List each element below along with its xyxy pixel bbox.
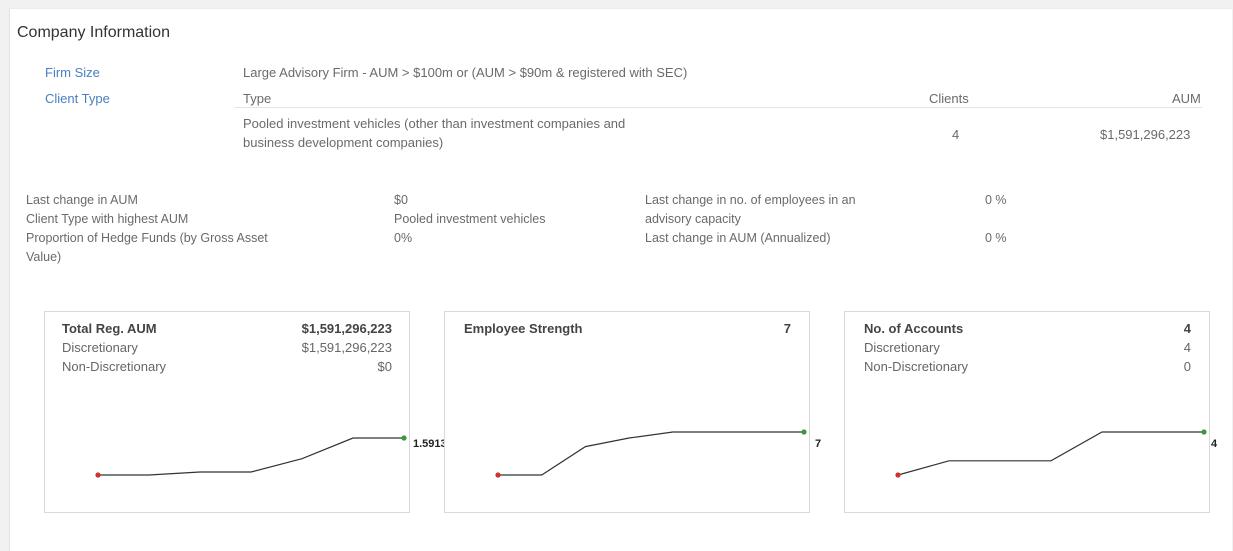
trend-sparkline [95, 435, 407, 478]
stat-last-change-aum-label: Last change in AUM [26, 193, 138, 207]
client-type-row-type-line2: business development companies) [243, 135, 444, 150]
stat-aum-annualized-value: 0 % [985, 231, 1007, 245]
stat-employee-change-value: 0 % [985, 193, 1007, 207]
client-type-col-type: Type [243, 91, 272, 106]
sparkline-end-label: 1.5913 [413, 438, 447, 450]
sparkline-start-dot [95, 472, 101, 478]
sparkline-end-label: 7 [815, 438, 822, 450]
card-employee-strength: Employee Strength 7 7 [444, 311, 821, 513]
client-type-row-clients: 4 [952, 127, 960, 142]
sparkline-start-dot [895, 472, 901, 478]
client-type-row-aum: $1,591,296,223 [1100, 127, 1191, 142]
stat-employee-change-label-line1: Last change in no. of employees in an [645, 193, 856, 207]
sparkline-end-label: 4 [1211, 438, 1218, 450]
stat-employee-change-label-line2: advisory capacity [645, 212, 741, 226]
stat-last-change-aum-value: $0 [394, 193, 408, 207]
client-type-label: Client Type [45, 91, 110, 106]
stat-hedge-funds-label-line2: Value) [26, 250, 62, 264]
sparkline-end-dot [801, 429, 807, 435]
section-title: Company Information [17, 24, 170, 41]
firm-size-value: Large Advisory Firm - AUM > $100m or (AU… [243, 65, 688, 80]
sparkline-path [98, 437, 404, 476]
sparkline-path [498, 431, 804, 476]
card-total-reg-aum: Total Reg. AUM $1,591,296,223 Discretion… [44, 311, 447, 513]
stat-hedge-funds-value: 0% [394, 231, 413, 245]
firm-size-label: Firm Size [45, 65, 100, 80]
stat-highest-aum-client-value: Pooled investment vehicles [394, 212, 546, 226]
sparkline-end-dot [401, 435, 407, 441]
client-type-col-clients: Clients [929, 91, 969, 106]
card-no-of-accounts: No. of Accounts 4 Discretionary 4 Non-Di… [844, 311, 1217, 513]
trend-sparkline [495, 429, 807, 478]
sparkline-start-dot [495, 472, 501, 478]
sparkline-path [897, 431, 1204, 476]
client-type-col-aum: AUM [1172, 91, 1201, 106]
table-header-divider [234, 107, 1202, 108]
stat-highest-aum-client-label: Client Type with highest AUM [26, 212, 189, 226]
client-type-row-type-line1: Pooled investment vehicles (other than i… [243, 116, 626, 131]
stat-aum-annualized-label: Last change in AUM (Annualized) [645, 231, 831, 245]
stat-hedge-funds-label-line1: Proportion of Hedge Funds (by Gross Asse… [26, 231, 268, 245]
trend-sparkline [895, 429, 1207, 478]
sparkline-end-dot [1201, 429, 1207, 435]
